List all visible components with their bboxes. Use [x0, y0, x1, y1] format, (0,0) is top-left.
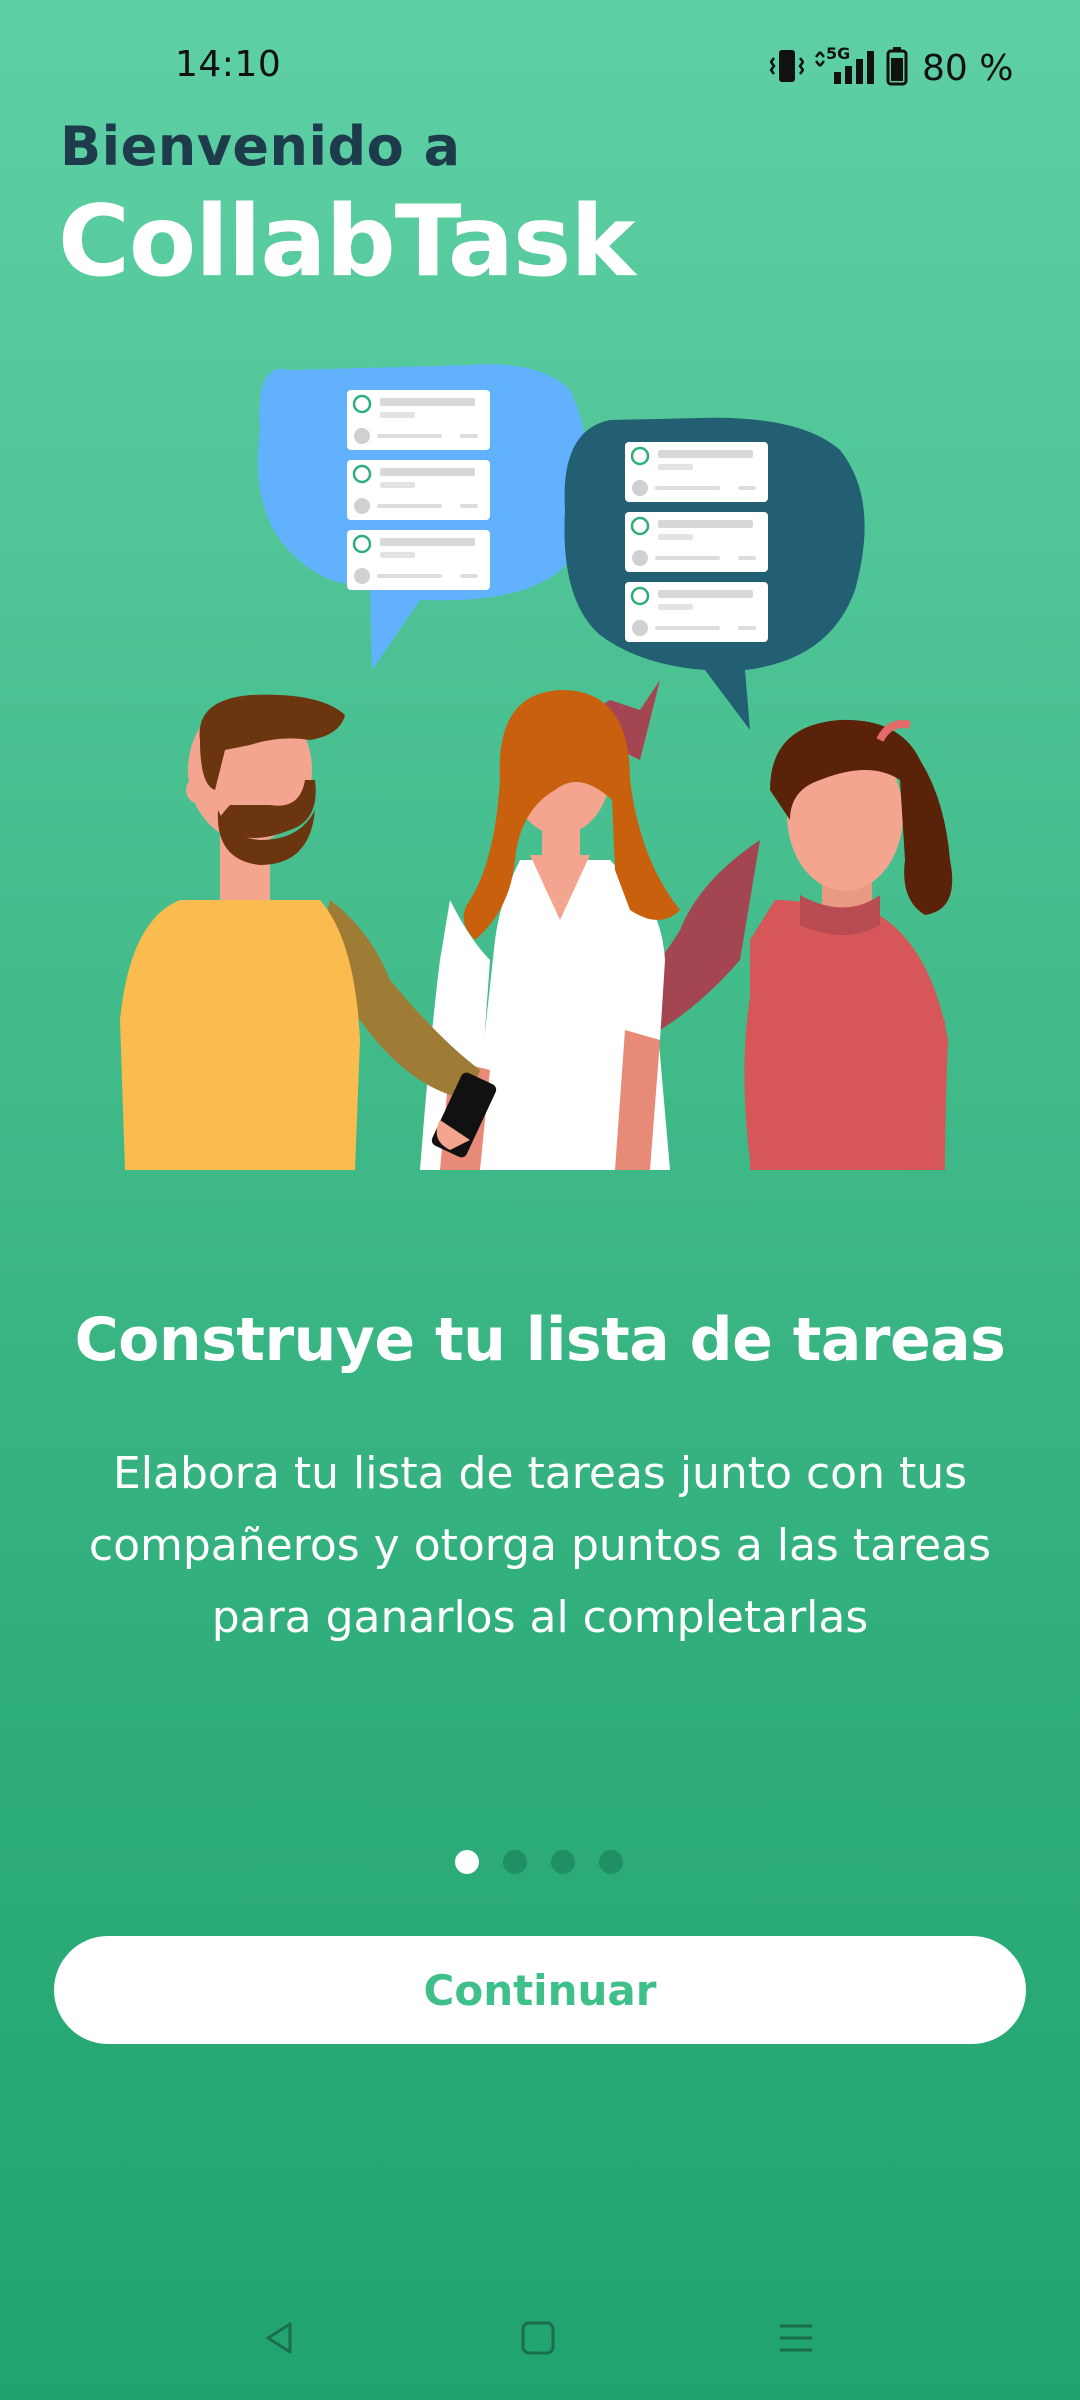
status-time: 14:10: [175, 44, 282, 85]
team-illustration: [120, 364, 953, 1170]
back-icon: [260, 2318, 300, 2362]
recents-button[interactable]: [766, 2310, 826, 2370]
slide-title: Construye tu lista de tareas: [74, 1305, 1006, 1375]
back-button[interactable]: [250, 2310, 310, 2370]
app-name: CollabTask: [58, 185, 636, 299]
page-indicator: [455, 1850, 623, 1874]
recents-icon: [776, 2318, 816, 2362]
slide-description: Elabora tu lista de tareas junto con tus…: [88, 1448, 992, 1643]
page-dot-2[interactable]: [503, 1850, 527, 1874]
speech-bubble-left: [257, 364, 588, 670]
page-dot-1[interactable]: [455, 1850, 479, 1874]
battery-level: 80 %: [922, 47, 1014, 89]
welcome-text: Bienvenido a: [60, 115, 461, 178]
vibrate-icon: [769, 46, 805, 90]
continue-button[interactable]: Continuar: [54, 1936, 1026, 2044]
network-type: 5G: [826, 44, 851, 63]
home-button[interactable]: [508, 2310, 568, 2370]
status-icons: 5G 80 %: [769, 44, 1014, 90]
home-icon: [518, 2318, 558, 2362]
onboarding-screen: 14:10 5G 80 % Bienvenido a CollabTask Co…: [0, 0, 1080, 2400]
signal-icon: 5G: [814, 44, 876, 88]
battery-icon: [886, 46, 908, 90]
speech-bubble-right: [564, 417, 865, 730]
page-dot-3[interactable]: [551, 1850, 575, 1874]
navigation-bar: [0, 2280, 1080, 2400]
page-dot-4[interactable]: [599, 1850, 623, 1874]
